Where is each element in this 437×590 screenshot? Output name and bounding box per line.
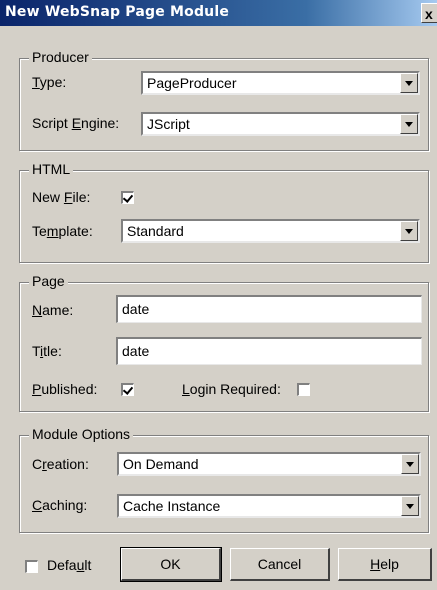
template-value: Standard [127,223,184,239]
html-group: HTML [19,161,429,263]
template-combo[interactable]: Standard [121,219,420,243]
type-value: PageProducer [147,75,237,91]
window-title: New WebSnap Page Module [5,4,230,20]
title-label: Title: [32,343,62,359]
type-dropdown-arrow-icon[interactable] [400,73,418,93]
new-file-label: New File: [32,189,91,205]
caching-dropdown-arrow-icon[interactable] [401,496,419,516]
creation-dropdown-arrow-icon[interactable] [401,454,419,474]
script-engine-value: JScript [147,116,190,132]
module-options-legend: Module Options [29,426,134,442]
cancel-button[interactable]: Cancel [230,548,330,581]
module-options-group: Module Options [19,426,429,533]
caching-value: Cache Instance [123,498,221,514]
caching-label: Caching: [32,497,88,513]
name-field[interactable]: date [116,295,422,323]
published-checkbox[interactable] [121,383,134,396]
creation-label: Creation: [32,456,89,472]
ok-button[interactable]: OK [120,547,222,582]
published-label: Published: [32,381,98,397]
script-engine-label: Script Engine: [32,115,120,131]
login-required-label: Login Required: [182,381,281,397]
default-label: Default [47,557,92,573]
title-bar: New WebSnap Page Module x [0,0,437,26]
creation-value: On Demand [123,456,199,472]
template-label: Template: [32,223,93,239]
script-engine-combo[interactable]: JScript [141,112,420,136]
type-label: Type: [32,74,67,90]
name-label: Name: [32,302,74,318]
template-dropdown-arrow-icon[interactable] [400,221,418,241]
creation-combo[interactable]: On Demand [117,452,421,476]
title-field[interactable]: date [116,337,422,365]
type-combo[interactable]: PageProducer [141,71,420,95]
new-file-checkbox[interactable] [121,191,134,204]
name-value: date [122,301,150,317]
title-value: date [122,343,150,359]
help-button[interactable]: Help [338,548,432,581]
producer-legend: Producer [29,49,92,65]
caching-combo[interactable]: Cache Instance [117,494,421,518]
default-checkbox[interactable] [25,560,38,573]
page-legend: Page [29,273,68,289]
login-required-checkbox[interactable] [297,383,310,396]
script-engine-dropdown-arrow-icon[interactable] [400,114,418,134]
close-button[interactable]: x [421,3,437,23]
html-legend: HTML [29,161,74,177]
